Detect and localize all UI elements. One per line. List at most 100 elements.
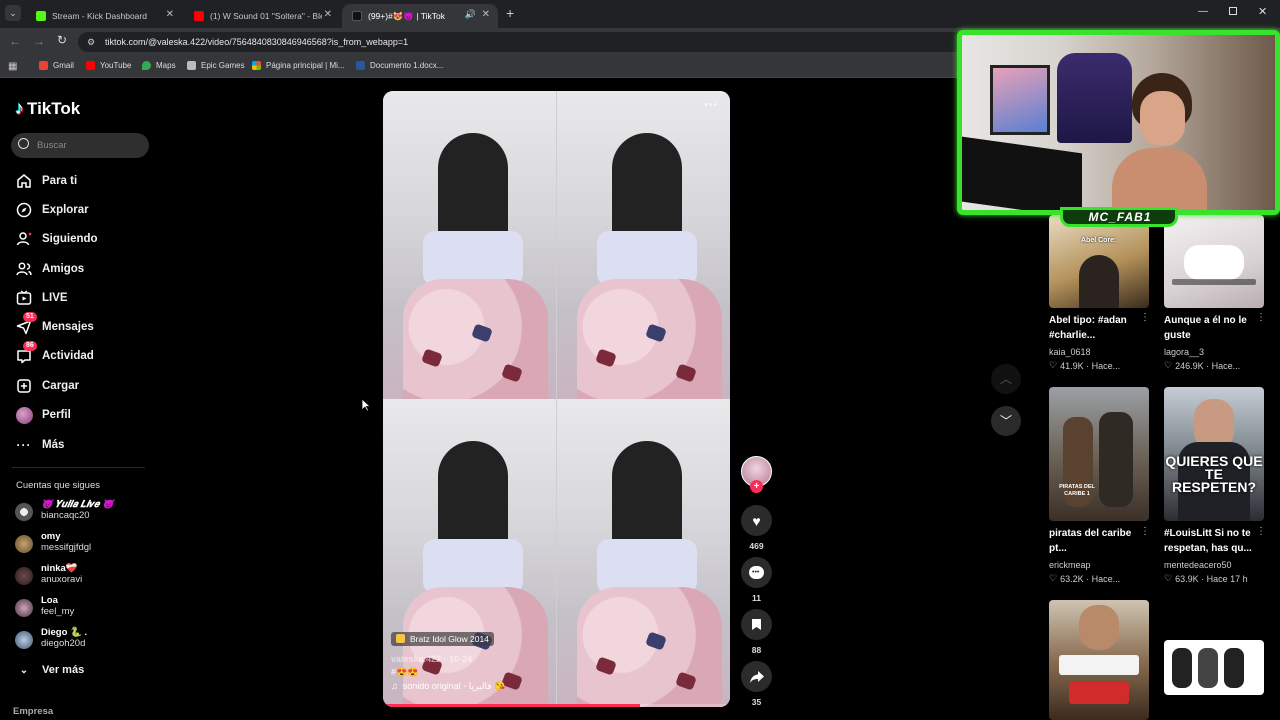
nav-mensajes[interactable]: 51 Mensajes: [15, 312, 94, 338]
recommended-user[interactable]: kaia_0618: [1049, 347, 1091, 357]
recommended-user[interactable]: mentedeacero50: [1164, 560, 1232, 570]
minimize-icon[interactable]: —: [1198, 6, 1208, 17]
tab-search-chevron-icon[interactable]: ⌄: [5, 5, 21, 21]
following-account[interactable]: 😈 𝒀𝒖𝒍𝒊𝒂 𝑳𝒊𝒗𝒆 😈 biancaqc20: [15, 499, 114, 521]
maps-icon: [142, 61, 151, 70]
close-tab-icon[interactable]: ✕: [482, 9, 490, 20]
sound-label: sonido original - فاليريا 😘: [402, 681, 506, 691]
streamer-name: MC_FAB1: [1088, 210, 1152, 224]
reload-icon[interactable]: ↻: [57, 33, 67, 47]
tab-title: Stream - Kick Dashboard: [52, 11, 147, 21]
following-account[interactable]: Diego 🐍 . diegoh20d: [15, 627, 87, 649]
nav-live[interactable]: LIVE: [15, 287, 68, 309]
bookmark-maps[interactable]: Maps: [142, 61, 176, 70]
nav-cargar[interactable]: Cargar: [15, 375, 79, 397]
bookmark-word[interactable]: Documento 1.docx...: [356, 61, 443, 70]
bookmark-epic[interactable]: Epic Games: [187, 61, 245, 70]
follow-plus-icon[interactable]: +: [750, 480, 763, 493]
sidebar-footer[interactable]: Empresa: [13, 706, 53, 717]
chevron-down-icon: ⌄: [19, 664, 29, 676]
next-video-button[interactable]: ﹀: [991, 406, 1021, 436]
recommended-title[interactable]: #LouisLitt Si no te respetan, has qu...: [1164, 526, 1259, 556]
following-account[interactable]: Loa feel_my: [15, 595, 74, 617]
share-button[interactable]: [741, 661, 772, 692]
meta-text: 63.9K · Hace 17 h: [1175, 573, 1248, 584]
account-handle: feel_my: [41, 606, 75, 617]
video-progress-track[interactable]: [383, 704, 730, 707]
recommended-more-icon[interactable]: ⋮: [1140, 312, 1150, 323]
nav-para-ti[interactable]: Para ti: [15, 170, 77, 192]
following-account[interactable]: ninka❤️‍🩹 anuxoravi: [15, 563, 82, 585]
tab-title: (99+)#😻😈 | TikTok: [368, 10, 445, 21]
bookmark-label: Epic Games: [201, 61, 245, 70]
back-icon[interactable]: ←: [9, 34, 21, 48]
tab-youtube[interactable]: (1) W Sound 01 "Soltera" - Bles ✕: [184, 4, 340, 28]
recommended-title[interactable]: Aunque a él no le guste: [1164, 313, 1259, 343]
close-tab-icon[interactable]: ✕: [324, 9, 332, 20]
account-handle: anuxoravi: [41, 574, 83, 585]
recommended-meta: ♡ 41.9K · Hace...: [1049, 360, 1120, 371]
previous-video-button[interactable]: ︿: [991, 364, 1021, 394]
comment-button[interactable]: •••: [741, 557, 772, 588]
recommended-title[interactable]: piratas del caribe pt...: [1049, 526, 1144, 556]
recommended-thumbnail[interactable]: [1164, 640, 1264, 695]
comments-count: 11: [752, 593, 761, 603]
video-sound[interactable]: ♫ sonido original - فاليريا 😘: [391, 681, 505, 692]
see-more-label: Ver más: [42, 664, 85, 676]
address-bar[interactable]: ⚙ tiktok.com/@valeska.422/video/75648408…: [78, 32, 968, 52]
account-name: ninka❤️‍🩹: [41, 563, 78, 574]
recommended-more-icon[interactable]: ⋮: [1256, 526, 1266, 537]
recommended-thumbnail[interactable]: Abel Core:: [1049, 215, 1149, 308]
recommended-thumbnail[interactable]: PIRATAS DEL CARIBE 1: [1049, 387, 1149, 521]
nav-label: Para ti: [42, 175, 78, 187]
video-frame-tile: [557, 399, 730, 707]
audio-playing-icon[interactable]: 🔊: [465, 9, 476, 20]
search-input[interactable]: Buscar: [11, 133, 149, 158]
video-progress-fill: [383, 704, 640, 707]
nav-actividad[interactable]: 86 Actividad: [15, 341, 94, 367]
tiktok-logo[interactable]: ♪ TikTok: [15, 98, 80, 119]
like-button[interactable]: ♥: [741, 505, 772, 536]
recommended-title[interactable]: Abel tipo: #adan #charlie...: [1049, 313, 1144, 343]
nav-mas[interactable]: ··· Más: [15, 434, 65, 456]
recommended-thumbnail[interactable]: [1164, 215, 1264, 308]
forward-icon[interactable]: →: [33, 34, 45, 48]
following-title: Cuentas que sigues: [16, 480, 100, 491]
restore-icon[interactable]: [1229, 7, 1237, 15]
messages-icon: 51: [15, 312, 37, 336]
gmail-icon: [39, 61, 48, 70]
site-info-icon[interactable]: ⚙: [87, 32, 95, 52]
close-tab-icon[interactable]: ✕: [166, 9, 174, 20]
nav-amigos[interactable]: Amigos: [15, 258, 84, 280]
tab-tiktok[interactable]: (99+)#😻😈 | TikTok 🔊 ✕: [342, 4, 498, 28]
save-button[interactable]: [741, 609, 772, 640]
kick-favicon-icon: [36, 11, 46, 21]
recommended-more-icon[interactable]: ⋮: [1256, 312, 1266, 323]
nav-perfil[interactable]: Perfil: [15, 404, 71, 426]
recommended-user[interactable]: erickmeap: [1049, 560, 1091, 570]
bookmark-gmail[interactable]: Gmail: [39, 61, 74, 70]
apps-grid-icon[interactable]: ▦: [8, 61, 17, 72]
nav-siguiendo[interactable]: Siguiendo: [15, 228, 98, 250]
video-author-line[interactable]: valeska.422 · 10-24: [391, 654, 505, 664]
effect-tag[interactable]: Bratz Idol Glow 2014: [391, 631, 494, 646]
following-account[interactable]: omy messifgjfdgl: [15, 531, 91, 553]
new-tab-button[interactable]: +: [506, 5, 514, 21]
bookmark-youtube[interactable]: YouTube: [86, 61, 131, 70]
saves-count: 88: [751, 645, 762, 655]
recommended-more-icon[interactable]: ⋮: [1140, 526, 1150, 537]
video-player[interactable]: ···: [383, 91, 730, 707]
tab-kick[interactable]: Stream - Kick Dashboard ✕: [26, 4, 182, 28]
nav-explorar[interactable]: Explorar: [15, 199, 89, 221]
search-icon: [18, 138, 29, 149]
recommended-thumbnail[interactable]: QUIERES QUE TE RESPETEN?: [1164, 387, 1264, 521]
recommended-thumbnail[interactable]: [1049, 600, 1149, 720]
recommended-user[interactable]: lagora__3: [1164, 347, 1204, 357]
see-more-button[interactable]: ⌄ Ver más: [15, 659, 84, 681]
bookmark-microsoft[interactable]: Página principal | Mi...: [252, 61, 345, 70]
word-icon: [356, 61, 365, 70]
video-more-icon[interactable]: ···: [704, 96, 718, 112]
youtube-favicon-icon: [194, 11, 204, 21]
webcam-overlay: [957, 30, 1280, 215]
close-window-icon[interactable]: ✕: [1258, 5, 1267, 18]
